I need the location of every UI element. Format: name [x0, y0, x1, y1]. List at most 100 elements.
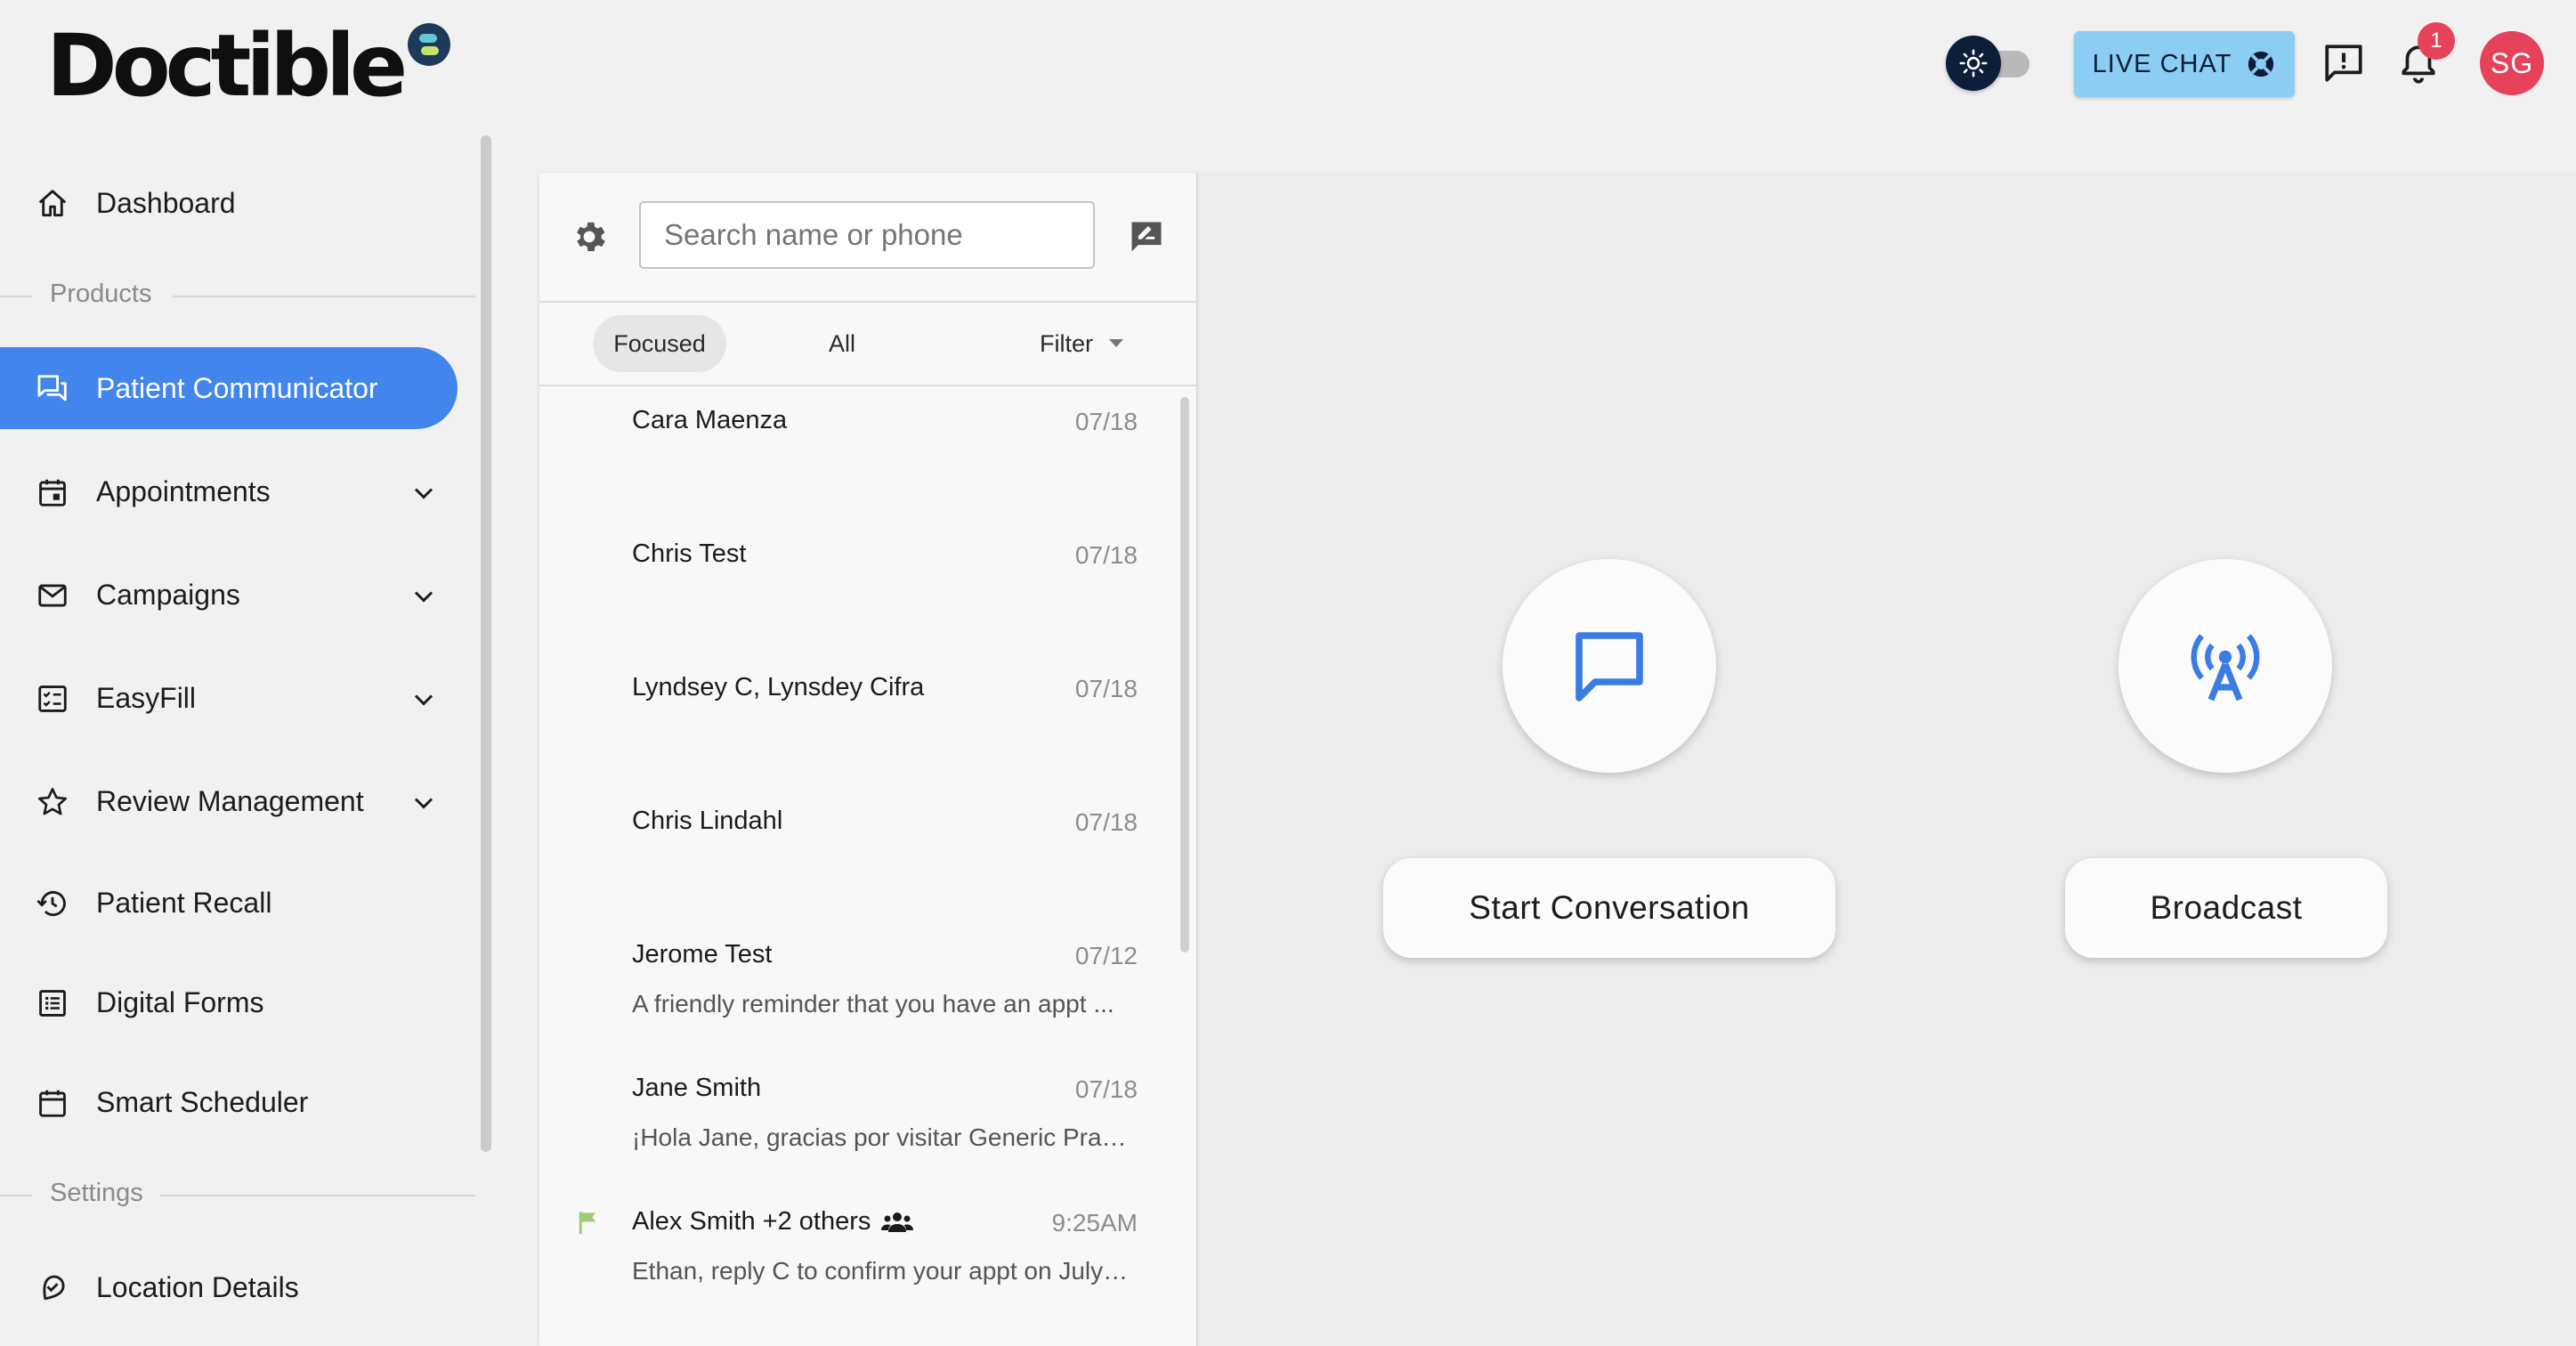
doctible-logo[interactable]: Doctible	[46, 21, 450, 110]
sidebar-item-easyfill[interactable]: EasyFill	[0, 657, 458, 739]
chevron-down-icon	[408, 684, 440, 716]
sidebar: Dashboard Products Patient Communicator …	[0, 134, 481, 1346]
conversation-date: 07/12	[1075, 942, 1138, 970]
conversation-date: 07/18	[1075, 675, 1138, 703]
section-products: Products	[0, 278, 475, 313]
section-label: Products	[50, 280, 151, 309]
broadcast-icon-button[interactable]	[2118, 559, 2332, 773]
logo-text: Doctible	[46, 21, 402, 110]
compose-message-icon[interactable]	[1127, 217, 1166, 256]
conversations-toolbar	[539, 173, 1196, 303]
conversation-name: Chris Test	[632, 539, 746, 569]
divider	[173, 296, 475, 297]
conversation-list: Cara Maenza 07/18 Chris Test 07/18 Lynds…	[539, 386, 1196, 1346]
broadcast-tower-icon	[2183, 623, 2268, 709]
list-icon	[36, 986, 69, 1020]
sidebar-item-appointments[interactable]: Appointments	[0, 450, 458, 532]
conversation-name: Lyndsey C, Lynsdey Cifra	[632, 673, 924, 702]
sidebar-item-smart-scheduler[interactable]: Smart Scheduler	[0, 1061, 458, 1143]
tab-focused[interactable]: Focused	[593, 315, 726, 372]
conversation-date: 07/18	[1075, 808, 1138, 837]
conversation-name-text: Alex Smith +2 others	[632, 1207, 871, 1237]
conversation-item[interactable]: Alex Smith +2 others 9:25AM Ethan, reply…	[539, 1188, 1173, 1321]
conversation-name: Cara Maenza	[632, 406, 787, 435]
sidebar-item-label: EasyFill	[96, 682, 196, 715]
conversation-preview: A friendly reminder that you have an app…	[632, 990, 1130, 1018]
conversation-date: 07/18	[1075, 541, 1138, 570]
flag-icon	[575, 1209, 602, 1236]
conversation-item[interactable]: Jerome Test 07/12 A friendly reminder th…	[539, 920, 1173, 1054]
chevron-down-icon	[408, 477, 440, 509]
conversation-name: Alex Smith +2 others	[632, 1207, 913, 1237]
conversation-item[interactable]: Chris Test 07/18	[539, 520, 1173, 653]
sidebar-item-campaigns[interactable]: Campaigns	[0, 554, 458, 636]
start-conversation-button[interactable]: Start Conversation	[1383, 858, 1835, 958]
sidebar-item-label: Dashboard	[96, 187, 236, 220]
star-icon	[36, 785, 69, 819]
filter-dropdown[interactable]: Filter	[1011, 315, 1154, 372]
sidebar-item-label: Patient Recall	[96, 887, 271, 920]
section-label: Settings	[50, 1179, 143, 1208]
chat-icon	[36, 372, 69, 406]
divider	[0, 1195, 32, 1196]
sidebar-item-label: Location Details	[96, 1271, 299, 1304]
conversation-list-scrollbar[interactable]	[1180, 397, 1189, 953]
checklist-icon	[36, 682, 69, 716]
feedback-icon[interactable]	[2321, 41, 2366, 85]
calendar-icon	[36, 1086, 69, 1120]
conversations-panel: Focused All Filter Cara Maenza 07/18 Chr…	[539, 173, 1198, 1346]
home-icon	[36, 187, 69, 221]
sidebar-item-patient-communicator[interactable]: Patient Communicator	[0, 347, 458, 429]
history-icon	[36, 887, 69, 920]
conversation-preview: Ethan, reply C to confirm your appt on J…	[632, 1257, 1130, 1285]
sidebar-item-label: Campaigns	[96, 579, 240, 612]
search-input[interactable]	[639, 201, 1095, 269]
divider	[160, 1195, 475, 1196]
calendar-icon	[36, 475, 69, 509]
sidebar-item-label: Patient Communicator	[96, 372, 378, 405]
logo-mark-icon	[408, 23, 450, 66]
filter-label: Filter	[1040, 330, 1093, 358]
conversation-item[interactable]: Cara Maenza 07/18	[539, 386, 1173, 520]
conversation-name: Chris Lindahl	[632, 807, 782, 836]
broadcast-button[interactable]: Broadcast	[2065, 858, 2387, 958]
theme-toggle[interactable]	[1946, 36, 2037, 91]
avatar[interactable]: SG	[2480, 31, 2544, 95]
message-icon	[1567, 623, 1652, 709]
sidebar-item-location-details[interactable]: Location Details	[0, 1246, 458, 1328]
gear-icon[interactable]	[570, 217, 609, 256]
sidebar-item-dashboard[interactable]: Dashboard	[0, 162, 458, 244]
sidebar-item-label: Digital Forms	[96, 986, 263, 1019]
conversation-date: 9:25AM	[1052, 1209, 1138, 1237]
conversation-name: Jane Smith	[632, 1074, 761, 1103]
live-chat-button[interactable]: LIVE CHAT	[2074, 31, 2295, 97]
conversation-name: Jerome Test	[632, 940, 772, 969]
sidebar-item-digital-forms[interactable]: Digital Forms	[0, 961, 458, 1043]
lifebuoy-icon	[2246, 49, 2276, 79]
conversation-preview: ¡Hola Jane, gracias por visitar Generic …	[632, 1123, 1130, 1152]
sidebar-item-label: Review Management	[96, 785, 364, 818]
conversation-item[interactable]: Chris Lindahl 07/18	[539, 787, 1173, 920]
conversation-item[interactable]: Lyndsey C, Lynsdey Cifra 07/18	[539, 653, 1173, 787]
mail-icon	[36, 579, 69, 612]
start-conversation-icon-button[interactable]	[1503, 559, 1716, 773]
sidebar-item-patient-recall[interactable]: Patient Recall	[0, 862, 458, 944]
caret-down-icon	[1107, 338, 1125, 349]
conversation-date: 07/18	[1075, 1075, 1138, 1104]
sidebar-item-review-management[interactable]: Review Management	[0, 760, 458, 842]
chevron-down-icon	[408, 580, 440, 612]
main-panel: Start Conversation Broadcast	[1198, 173, 2576, 1346]
conversation-tabs: Focused All Filter	[539, 303, 1196, 386]
conversation-date: 07/18	[1075, 408, 1138, 436]
conversation-item[interactable]: Jane Smith 07/18 ¡Hola Jane, gracias por…	[539, 1054, 1173, 1188]
notification-badge: 1	[2418, 22, 2455, 60]
divider	[0, 296, 32, 297]
tab-all[interactable]: All	[798, 315, 887, 372]
live-chat-label: LIVE CHAT	[2093, 50, 2232, 79]
section-settings: Settings	[0, 1177, 475, 1212]
sidebar-item-label: Smart Scheduler	[96, 1086, 308, 1119]
sidebar-scrollbar[interactable]	[481, 135, 491, 1152]
location-check-icon	[36, 1271, 69, 1305]
sidebar-item-label: Appointments	[96, 475, 271, 508]
chevron-down-icon	[408, 787, 440, 819]
